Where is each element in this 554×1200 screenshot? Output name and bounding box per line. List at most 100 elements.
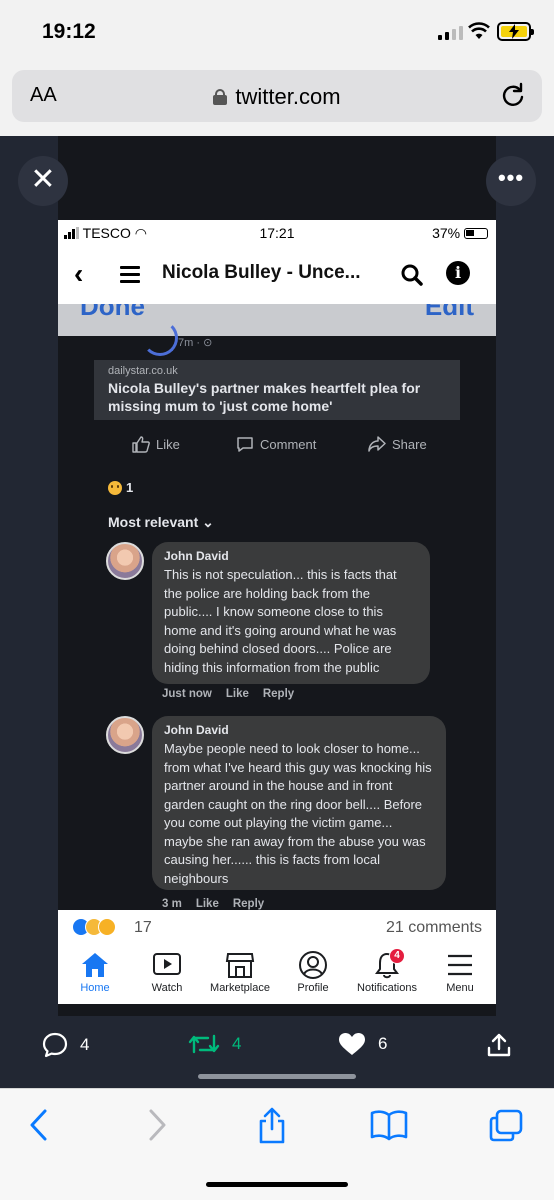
reaction-icons[interactable] — [72, 918, 116, 936]
comment-like-link[interactable]: Like — [226, 688, 249, 700]
comment-like-link[interactable]: Like — [196, 898, 219, 910]
profile-icon — [299, 951, 327, 979]
total-reactions[interactable]: 17 — [134, 919, 152, 937]
close-icon: ✕ — [30, 163, 56, 196]
retweet-icon — [188, 1034, 220, 1054]
tab-menu-label: Menu — [446, 982, 474, 994]
comment-time: 3 m — [162, 898, 182, 910]
comment-sort-dropdown[interactable]: Most relevant ⌄ — [108, 514, 214, 531]
tab-profile-label: Profile — [297, 982, 329, 994]
retweet-button[interactable]: 4 — [188, 1032, 241, 1056]
comment-reply-link[interactable]: Reply — [233, 898, 264, 910]
comment-bubble: John David This is not speculation... th… — [152, 542, 430, 684]
forward-icon[interactable] — [146, 1107, 168, 1143]
sad-reaction-icon — [108, 480, 122, 495]
reply-count: 4 — [80, 1035, 90, 1054]
reaction-count: 1 — [126, 480, 134, 495]
share-button[interactable]: Share — [368, 436, 427, 452]
thumbs-up-icon — [132, 436, 150, 453]
tab-marketplace-label: Marketplace — [210, 982, 270, 994]
more-icon: ••• — [497, 165, 525, 190]
tabs-icon[interactable] — [488, 1109, 524, 1143]
comment-label: Comment — [260, 437, 317, 452]
comment-meta: Just now Like Reply — [162, 688, 294, 700]
tab-notifications-label: Notifications — [357, 982, 417, 994]
tab-home[interactable]: Home — [68, 950, 122, 994]
comments-count[interactable]: 21 comments — [386, 919, 482, 937]
comment-author[interactable]: John David — [164, 549, 418, 563]
reactions-row: 17 21 comments — [58, 910, 496, 942]
tab-profile[interactable]: Profile — [284, 950, 342, 994]
comment-icon — [237, 437, 253, 452]
wow-reaction-icon — [98, 918, 116, 936]
comment-meta: 3 m Like Reply — [162, 898, 264, 910]
tab-watch[interactable]: Watch — [140, 950, 194, 994]
post-time-text: 7m · — [178, 337, 204, 349]
back-icon[interactable] — [28, 1107, 50, 1143]
share-label: Share — [392, 436, 427, 452]
comment-author[interactable]: John David — [164, 723, 434, 737]
link-preview[interactable]: dailystar.co.uk Nicola Bulley's partner … — [94, 360, 460, 420]
reload-icon[interactable] — [500, 82, 526, 108]
inner-battery-percent: 37% — [432, 225, 461, 241]
search-icon[interactable] — [400, 263, 424, 287]
battery-icon — [497, 22, 534, 41]
reply-icon — [42, 1032, 68, 1058]
post-avatar[interactable] — [142, 320, 178, 356]
close-viewer-button[interactable]: ✕ — [18, 156, 68, 206]
wifi-icon — [468, 22, 490, 39]
link-source: dailystar.co.uk — [108, 365, 178, 377]
share-tweet-button[interactable] — [486, 1032, 512, 1058]
menu-icon — [448, 954, 472, 976]
url-text: twitter.com — [235, 84, 341, 109]
marketplace-icon — [225, 953, 255, 978]
comment-button[interactable]: Comment — [236, 436, 316, 453]
address-bar[interactable]: AA twitter.com — [12, 70, 542, 122]
like-tweet-button[interactable]: 6 — [338, 1032, 387, 1056]
browser-address-area: AA twitter.com — [0, 66, 554, 136]
like-button[interactable]: Like — [132, 436, 180, 453]
comment-text: This is not speculation... this is facts… — [164, 567, 397, 675]
more-options-button[interactable]: ••• — [486, 156, 536, 206]
signal-icon — [438, 26, 463, 40]
fb-tab-bar: Home Watch Marketplace Profile 4 Notific… — [58, 948, 496, 1004]
tab-notifications[interactable]: 4 Notifications — [350, 948, 424, 994]
share-sheet-icon[interactable] — [256, 1107, 288, 1145]
heart-icon — [339, 1033, 365, 1055]
globe-icon: ⊙ — [203, 337, 213, 349]
hamburger-icon[interactable] — [120, 266, 140, 287]
tab-marketplace[interactable]: Marketplace — [204, 950, 276, 994]
commenter-avatar[interactable] — [106, 542, 144, 580]
reply-button[interactable]: 4 — [42, 1032, 89, 1058]
bookmarks-icon[interactable] — [370, 1109, 408, 1141]
url-display[interactable]: twitter.com — [12, 84, 542, 110]
done-button[interactable]: Done — [80, 304, 145, 322]
edit-bar: Done Edit — [58, 304, 496, 336]
commenter-avatar[interactable] — [106, 716, 144, 754]
media-scroll-indicator — [198, 1074, 356, 1079]
media-viewer: TESCO ◠ 17:21 37% ‹ Nicola Bulley - Unce… — [0, 136, 554, 1088]
comment-bubble: John David Maybe people need to look clo… — [152, 716, 446, 890]
inner-status-bar: TESCO ◠ 17:21 37% — [58, 220, 496, 246]
tab-menu[interactable]: Menu — [432, 950, 488, 994]
fb-header: ‹ Nicola Bulley - Unce... i — [58, 246, 496, 304]
tweet-photo[interactable]: TESCO ◠ 17:21 37% ‹ Nicola Bulley - Unce… — [58, 136, 496, 1016]
reaction-summary[interactable]: 1 — [108, 480, 133, 495]
watch-icon — [153, 953, 181, 975]
post-time: 7m · ⊙ — [178, 336, 212, 349]
retweet-count: 4 — [232, 1034, 242, 1053]
comment-time: Just now — [162, 688, 212, 700]
tab-watch-label: Watch — [151, 982, 183, 994]
share-icon — [368, 436, 386, 452]
edit-button[interactable]: Edit — [425, 304, 474, 322]
like-count: 6 — [378, 1034, 388, 1053]
post-actions: Like Comment Share — [94, 436, 460, 462]
info-icon[interactable]: i — [446, 261, 470, 285]
back-chevron-icon[interactable]: ‹ — [74, 258, 83, 290]
status-time: 19:12 — [42, 20, 96, 43]
tweet-actions: 4 4 6 — [0, 1022, 554, 1082]
comment-text: Maybe people need to look closer to home… — [164, 741, 432, 886]
group-title: Nicola Bulley - Unce... — [162, 262, 361, 283]
comment-reply-link[interactable]: Reply — [263, 688, 294, 700]
upload-icon — [487, 1033, 511, 1057]
